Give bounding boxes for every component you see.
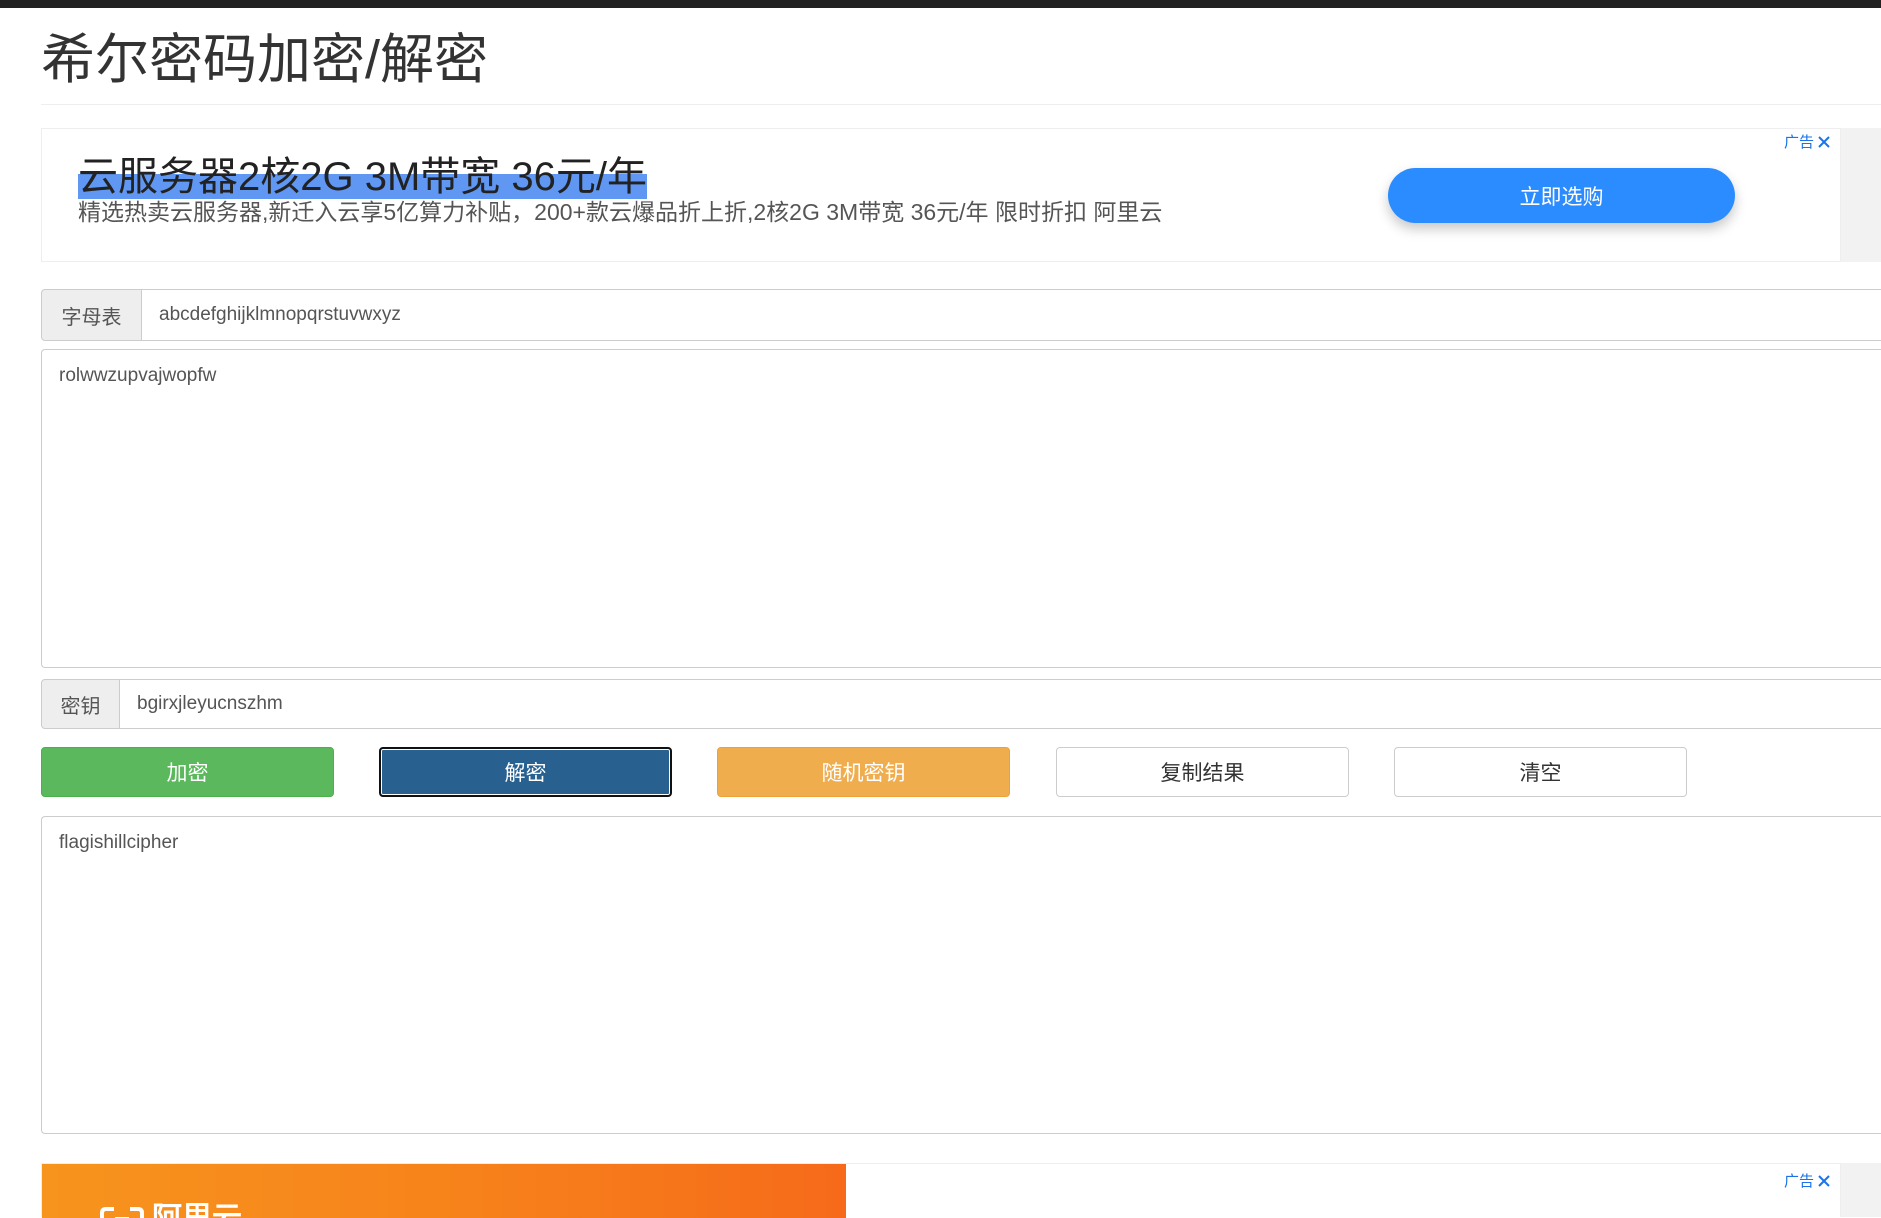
ad-side-strip bbox=[1841, 128, 1881, 262]
aliyun-logo-text: 阿里云 bbox=[152, 1202, 242, 1218]
aliyun-logo: 阿里云 bbox=[100, 1202, 242, 1218]
page-title: 希尔密码加密/解密 bbox=[41, 30, 489, 90]
top-ad-banner[interactable]: 云服务器2核2G 3M带宽 36元/年 精选热卖云服务器,新迁入云享5亿算力补贴… bbox=[41, 128, 1841, 262]
output-textarea[interactable]: flagishillcipher bbox=[41, 816, 1881, 1134]
ad-label[interactable]: 广告 bbox=[1784, 131, 1831, 152]
ad-headline[interactable]: 云服务器2核2G 3M带宽 36元/年 bbox=[78, 153, 648, 201]
close-icon[interactable] bbox=[1817, 1174, 1831, 1188]
encrypt-button[interactable]: 加密 bbox=[41, 747, 334, 797]
key-input-group: 密钥 bbox=[41, 679, 1881, 729]
bottom-ad-banner[interactable]: 阿里云 广告 bbox=[41, 1163, 1841, 1218]
copy-result-button[interactable]: 复制结果 bbox=[1056, 747, 1349, 797]
key-input[interactable] bbox=[120, 679, 1881, 729]
close-icon[interactable] bbox=[1817, 135, 1831, 149]
ad-buy-now-button[interactable]: 立即选购 bbox=[1388, 168, 1735, 223]
ad-label[interactable]: 广告 bbox=[1784, 1170, 1831, 1191]
clear-button[interactable]: 清空 bbox=[1394, 747, 1687, 797]
random-key-button[interactable]: 随机密钥 bbox=[717, 747, 1010, 797]
alphabet-input-group: 字母表 bbox=[41, 289, 1881, 341]
ad-label-text: 广告 bbox=[1784, 134, 1815, 151]
ad-side-strip bbox=[1841, 1163, 1881, 1217]
key-label: 密钥 bbox=[41, 679, 120, 729]
ad-label-text: 广告 bbox=[1784, 1173, 1815, 1190]
title-divider bbox=[41, 104, 1881, 105]
alphabet-input[interactable] bbox=[142, 289, 1881, 341]
input-textarea[interactable]: rolwwzupvajwopfw bbox=[41, 349, 1881, 668]
aliyun-logo-icon bbox=[100, 1207, 144, 1218]
decrypt-button[interactable]: 解密 bbox=[379, 747, 672, 797]
ad-description: 精选热卖云服务器,新迁入云享5亿算力补贴，200+款云爆品折上折,2核2G 3M… bbox=[78, 199, 1163, 225]
alphabet-label: 字母表 bbox=[41, 289, 142, 341]
ad-banner-image[interactable]: 阿里云 bbox=[42, 1164, 846, 1218]
browser-top-bar bbox=[0, 0, 1881, 8]
